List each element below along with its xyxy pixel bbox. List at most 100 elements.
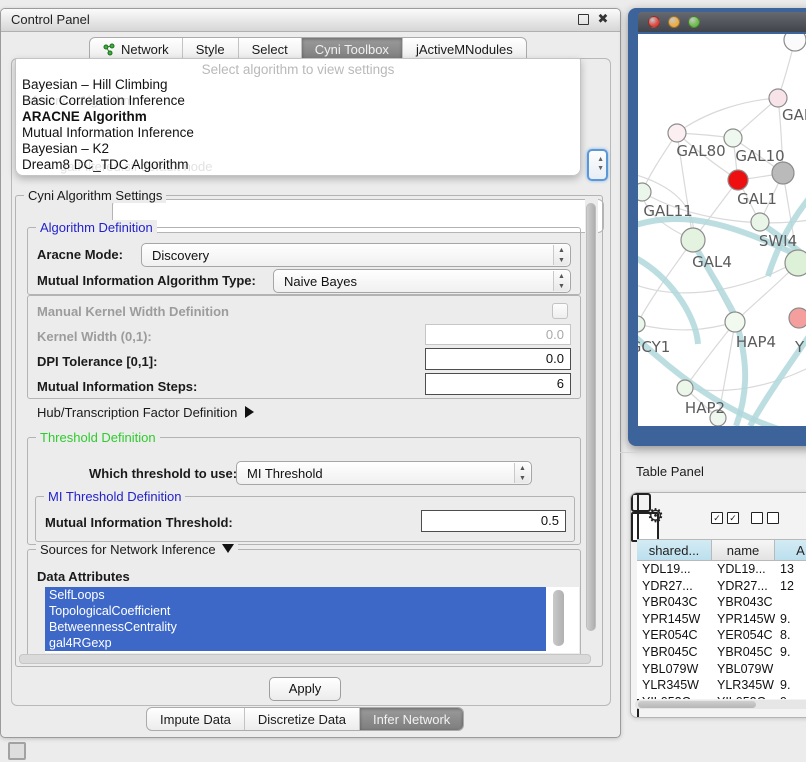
network-node-gray[interactable] <box>772 162 794 184</box>
network-edge[interactable] <box>685 322 735 388</box>
tab-label: Network <box>121 42 169 57</box>
sources-legend[interactable]: Sources for Network Inference <box>36 542 238 557</box>
tab-impute-data[interactable]: Impute Data <box>147 708 244 730</box>
tab-label: Discretize Data <box>258 712 346 727</box>
settings-scrollbar-thumb[interactable] <box>586 203 596 631</box>
aracne-mode-select[interactable]: Discovery ▲▼ <box>141 243 571 267</box>
gear-icon[interactable]: ⚙ <box>647 505 664 528</box>
dropdown-placeholder: Select algorithm to view settings <box>16 62 580 77</box>
minimize-traffic-light[interactable] <box>668 16 680 28</box>
table-cell: YDL19... <box>637 561 712 578</box>
cyni-mode-tabs: Impute Data Discretize Data Infer Network <box>146 707 464 731</box>
hub-definition-toggle[interactable]: Hub/Transcription Factor Definition <box>37 405 254 420</box>
network-canvas[interactable]: GAL7GAL80GAL10GAL1GAL11SWI4GAL4GCY1HAP4Y… <box>638 34 806 426</box>
network-window-titlebar[interactable] <box>638 12 806 32</box>
deselect-all-checkbox-icon[interactable] <box>751 512 763 524</box>
network-edge[interactable] <box>642 133 677 192</box>
settings-horizontal-scrollbar[interactable] <box>19 654 591 664</box>
mi-steps-field[interactable]: 6 <box>425 373 571 395</box>
network-node-GAL80[interactable] <box>668 124 686 142</box>
tab-style[interactable]: Style <box>182 38 238 60</box>
tab-cyni-toolbox[interactable]: Cyni Toolbox <box>301 38 402 60</box>
sources-legend-label: Sources for Network Inference <box>40 542 216 557</box>
table-row[interactable]: YDL19...YDL19...13 <box>637 561 806 578</box>
select-all-checkbox-icon[interactable]: ✓ <box>711 512 723 524</box>
tab-label: Style <box>196 42 225 57</box>
network-node-GAL4[interactable] <box>681 228 705 252</box>
float-window-icon[interactable] <box>576 12 590 26</box>
network-node-GAL10[interactable] <box>724 129 742 147</box>
dpi-tolerance-field[interactable]: 0.0 <box>425 348 571 370</box>
table-scrollbar-thumb[interactable] <box>638 701 756 708</box>
data-attributes-list[interactable]: SelfLoopsTopologicalCoefficientBetweenne… <box>45 587 579 653</box>
algorithm-dropdown-popup: Inference Algorithm galFiltered.sif defa… <box>15 58 581 176</box>
network-node[interactable] <box>785 250 806 276</box>
mi-threshold-field[interactable]: 0.5 <box>421 510 566 532</box>
network-node-HAP2[interactable] <box>677 380 693 396</box>
close-icon[interactable]: ✖ <box>596 12 610 26</box>
network-view-window: GAL7GAL80GAL10GAL1GAL11SWI4GAL4GCY1HAP4Y… <box>628 8 806 446</box>
table-row[interactable]: YER054CYER054C8. <box>637 627 806 644</box>
kernel-width-field[interactable]: 0.0 <box>425 324 571 345</box>
select-all-checkbox-icon[interactable]: ✓ <box>727 512 739 524</box>
tab-label: Infer Network <box>373 712 450 727</box>
mi-algorithm-type-select[interactable]: Naive Bayes ▲▼ <box>273 269 571 293</box>
table-row[interactable]: YIL052CYIL052C9. <box>637 694 806 699</box>
manual-kernel-width-checkbox[interactable] <box>552 303 568 319</box>
column-header-a[interactable]: A <box>775 539 806 561</box>
table-cell: 9. <box>775 694 806 699</box>
network-node-SWI4[interactable] <box>751 213 769 231</box>
network-node-salmon[interactable] <box>789 308 806 328</box>
network-graph[interactable]: GAL7GAL80GAL10GAL1GAL11SWI4GAL4GCY1HAP4Y… <box>638 34 806 426</box>
node-label-gal4: GAL4 <box>692 253 732 271</box>
column-header-name[interactable]: name <box>712 539 775 561</box>
dropdown-item-bayesian-hill-climbing[interactable]: Bayesian – Hill Climbing <box>20 77 576 93</box>
table-row[interactable]: YPR145WYPR145W9. <box>637 611 806 628</box>
table-row[interactable]: YBL079WYBL079W <box>637 661 806 678</box>
table-cell: YBR045C <box>712 644 775 661</box>
data-attributes-label: Data Attributes <box>37 569 130 584</box>
dropdown-item-aracne-algorithm[interactable]: ARACNE Algorithm <box>20 109 576 125</box>
maximize-traffic-light[interactable] <box>688 16 700 28</box>
network-node-GAL11[interactable] <box>638 183 651 201</box>
table-row[interactable]: YBR045CYBR045C9. <box>637 644 806 661</box>
table-row[interactable]: YLR345WYLR345W9. <box>637 677 806 694</box>
network-edge[interactable] <box>677 98 778 133</box>
network-edge[interactable] <box>638 322 735 330</box>
network-node-GAL7[interactable] <box>769 89 787 107</box>
deselect-all-checkbox-icon[interactable] <box>767 512 779 524</box>
tab-jactivemnodules[interactable]: jActiveMNodules <box>402 38 526 60</box>
control-panel-tabs: Network Style SelectCyni ToolboxjActiveMNo… <box>89 37 527 60</box>
node-label-gal1: GAL1 <box>737 190 777 208</box>
network-node-GCY1[interactable] <box>638 316 645 332</box>
table-horizontal-scrollbar[interactable] <box>635 700 806 709</box>
settings-scrollbar-track[interactable] <box>585 197 598 657</box>
which-threshold-select[interactable]: MI Threshold ▲▼ <box>236 461 532 485</box>
table-row[interactable]: YBR043CYBR043C <box>637 594 806 611</box>
column-header-shared[interactable]: shared... <box>637 539 712 561</box>
table-cell: YPR145W <box>712 611 775 628</box>
tab-network[interactable]: Network <box>90 38 182 60</box>
attribute-item-selfloops[interactable]: SelfLoops <box>45 587 546 603</box>
network-node-HAP4[interactable] <box>725 312 745 332</box>
network-edge-highlighted[interactable] <box>638 256 698 344</box>
mi-algorithm-type-value: Naive Bayes <box>284 274 357 289</box>
manual-kernel-width-label: Manual Kernel Width Definition <box>37 304 229 319</box>
close-traffic-light[interactable] <box>648 16 660 28</box>
dropdown-item-bayesian-k2[interactable]: Bayesian – K2 <box>20 141 576 157</box>
algorithm-combo-arrow-ghost[interactable]: ▲▼ <box>587 149 608 181</box>
attribute-item-gal4rgexp[interactable]: gal4RGexp <box>45 635 546 651</box>
table-row[interactable]: YDR27...YDR27...12 <box>637 578 806 595</box>
attribute-list-scrollbar[interactable] <box>553 590 564 646</box>
tab-select[interactable]: Select <box>238 38 301 60</box>
network-node[interactable] <box>784 34 806 51</box>
tab-discretize-data[interactable]: Discretize Data <box>244 708 359 730</box>
attribute-item-betweennesscentrality[interactable]: BetweennessCentrality <box>45 619 546 635</box>
attribute-item-topologicalcoefficient[interactable]: TopologicalCoefficient <box>45 603 546 619</box>
minimized-panel-icon[interactable] <box>8 742 26 760</box>
dropdown-item-mutual-information-inference[interactable]: Mutual Information Inference <box>20 125 576 141</box>
tab-infer-network[interactable]: Infer Network <box>359 708 463 730</box>
tab-label: Impute Data <box>160 712 231 727</box>
network-node-GAL1[interactable] <box>728 170 748 190</box>
apply-button[interactable]: Apply <box>269 677 341 701</box>
